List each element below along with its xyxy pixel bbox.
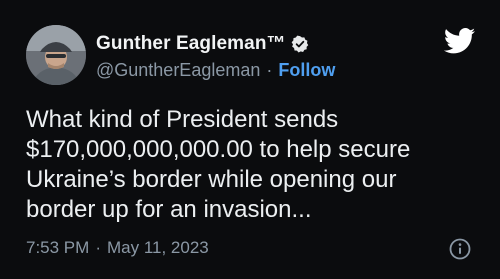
- verified-badge-icon: [291, 35, 309, 53]
- info-icon[interactable]: [449, 238, 471, 260]
- handle-row: @GuntherEagleman · Follow: [96, 58, 335, 82]
- timestamp-separator: ·: [95, 238, 101, 257]
- display-name[interactable]: Gunther Eagleman™: [96, 33, 286, 55]
- handle[interactable]: @GuntherEagleman: [96, 60, 260, 81]
- follow-button[interactable]: Follow: [278, 60, 335, 81]
- tweet-timestamp[interactable]: 7:53 PM · May 11, 2023: [26, 236, 209, 260]
- separator-dot: ·: [266, 59, 273, 80]
- tweet-date: May 11, 2023: [106, 238, 209, 257]
- tweet-card: Gunther Eagleman™ @GuntherEagleman · Fol…: [0, 0, 500, 279]
- avatar-photo: [26, 25, 86, 85]
- twitter-bird-icon[interactable]: [443, 28, 476, 54]
- name-row: Gunther Eagleman™: [96, 31, 309, 57]
- tweet-time: 7:53 PM: [26, 238, 90, 257]
- avatar[interactable]: [26, 25, 86, 85]
- tweet-text: What kind of President sends $170,000,00…: [26, 106, 411, 223]
